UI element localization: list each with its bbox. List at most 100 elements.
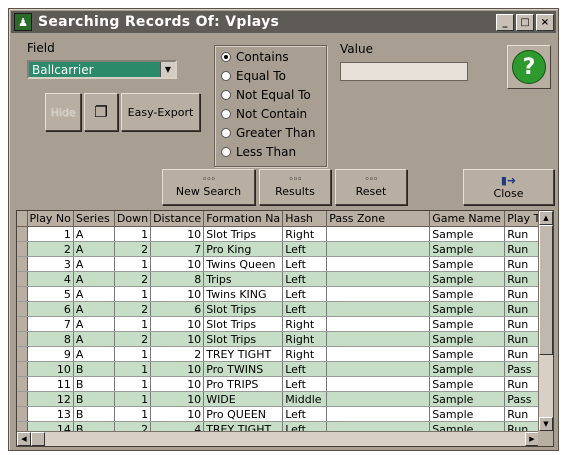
horizontal-scroll-thumb[interactable]	[31, 432, 45, 446]
table-cell[interactable]: Sample	[429, 406, 506, 422]
table-cell[interactable]: 2	[114, 301, 152, 317]
table-cell[interactable]	[326, 391, 431, 407]
easy-export-button[interactable]: Easy-Export	[121, 93, 200, 131]
radio-not-equal-to[interactable]: Not Equal To	[221, 88, 311, 102]
table-cell[interactable]: A	[73, 271, 115, 287]
table-cell[interactable]: 10	[150, 361, 205, 377]
new-search-button[interactable]: ◦◦◦ New Search	[162, 169, 255, 205]
table-cell[interactable]: 2	[150, 346, 205, 362]
table-cell[interactable]: 2	[27, 241, 74, 257]
table-cell[interactable]	[326, 361, 431, 377]
table-cell[interactable]: B	[73, 406, 115, 422]
table-cell[interactable]: 1	[114, 316, 152, 332]
table-cell[interactable]: Pro TWINS	[203, 361, 284, 377]
table-cell[interactable]: Middle	[282, 391, 328, 407]
table-cell[interactable]: A	[73, 346, 115, 362]
column-header[interactable]: Hash	[282, 211, 328, 227]
table-cell[interactable]: Pro King	[203, 241, 284, 257]
table-cell[interactable]: 1	[114, 361, 152, 377]
table-cell[interactable]: A	[73, 316, 115, 332]
table-row[interactable]: 11 B 1 10 Pro TRIPS Left Sample Run	[17, 376, 549, 392]
table-cell[interactable]	[326, 286, 431, 302]
table-cell[interactable]: Right	[282, 346, 328, 362]
table-cell[interactable]: 2	[114, 241, 152, 257]
radio-not-contain[interactable]: Not Contain	[221, 107, 307, 121]
row-indicator[interactable]	[17, 406, 28, 422]
table-cell[interactable]	[326, 316, 431, 332]
table-cell[interactable]: Sample	[429, 331, 506, 347]
table-cell[interactable]: 1	[114, 391, 152, 407]
row-indicator[interactable]	[17, 346, 28, 362]
table-row[interactable]: 5 A 1 10 Twins KING Left Sample Run	[17, 286, 549, 302]
table-cell[interactable]: Sample	[429, 301, 506, 317]
table-cell[interactable]: 2	[114, 331, 152, 347]
reset-button[interactable]: ◦◦◦ Reset	[335, 169, 407, 205]
table-cell[interactable]: 6	[150, 301, 205, 317]
table-cell[interactable]: 10	[27, 361, 74, 377]
chevron-down-icon[interactable]: ▼	[160, 62, 175, 77]
table-cell[interactable]: A	[73, 286, 115, 302]
table-cell[interactable]: 1	[114, 376, 152, 392]
hide-button[interactable]: Hide	[45, 93, 81, 131]
column-header[interactable]: Series	[73, 211, 115, 227]
table-cell[interactable]: 9	[27, 346, 74, 362]
table-cell[interactable]: Slot Trips	[203, 316, 284, 332]
results-button[interactable]: ◦◦◦ Results	[259, 169, 331, 205]
table-cell[interactable]: Sample	[429, 286, 506, 302]
table-cell[interactable]: 1	[114, 406, 152, 422]
table-cell[interactable]: 3	[27, 256, 74, 272]
row-indicator[interactable]	[17, 301, 28, 317]
table-cell[interactable]	[326, 376, 431, 392]
table-cell[interactable]: 1	[114, 226, 152, 242]
maximize-button[interactable]: □	[516, 14, 534, 31]
table-cell[interactable]: A	[73, 256, 115, 272]
row-indicator[interactable]	[17, 241, 28, 257]
table-cell[interactable]	[326, 301, 431, 317]
table-cell[interactable]	[326, 256, 431, 272]
table-cell[interactable]: 11	[27, 376, 74, 392]
radio-less-than[interactable]: Less Than	[221, 145, 296, 159]
table-cell[interactable]	[326, 271, 431, 287]
table-cell[interactable]: Sample	[429, 241, 506, 257]
column-header[interactable]: Down	[114, 211, 152, 227]
column-header[interactable]: Distance	[150, 211, 205, 227]
table-cell[interactable]: 10	[150, 376, 205, 392]
table-cell[interactable]: 8	[27, 331, 74, 347]
table-cell[interactable]: 2	[114, 271, 152, 287]
table-cell[interactable]: 5	[27, 286, 74, 302]
row-indicator[interactable]	[17, 361, 28, 377]
table-cell[interactable]	[326, 346, 431, 362]
field-select[interactable]: Ballcarrier ▼	[27, 60, 177, 79]
table-cell[interactable]: 10	[150, 286, 205, 302]
row-indicator[interactable]	[17, 286, 28, 302]
table-cell[interactable]: B	[73, 361, 115, 377]
radio-contains[interactable]: Contains	[221, 50, 289, 64]
table-cell[interactable]: Left	[282, 241, 328, 257]
table-cell[interactable]: Right	[282, 331, 328, 347]
table-row[interactable]: 3 A 1 10 Twins Queen Left Sample Run	[17, 256, 549, 272]
table-row[interactable]: 8 A 2 10 Slot Trips Right Sample Run	[17, 331, 549, 347]
table-cell[interactable]: Left	[282, 301, 328, 317]
table-cell[interactable]: 10	[150, 226, 205, 242]
table-cell[interactable]: A	[73, 226, 115, 242]
table-cell[interactable]: 4	[27, 271, 74, 287]
table-cell[interactable]: 1	[27, 226, 74, 242]
table-cell[interactable]: Left	[282, 406, 328, 422]
radio-equal-to[interactable]: Equal To	[221, 69, 286, 83]
help-button[interactable]: ?	[507, 45, 551, 89]
table-row[interactable]: 13 B 1 10 Pro QUEEN Left Sample Run	[17, 406, 549, 422]
table-cell[interactable]: 10	[150, 331, 205, 347]
table-cell[interactable]: 1	[114, 256, 152, 272]
table-cell[interactable]: Sample	[429, 361, 506, 377]
table-cell[interactable]: 12	[27, 391, 74, 407]
table-cell[interactable]: Left	[282, 256, 328, 272]
value-input[interactable]	[340, 62, 468, 81]
table-cell[interactable]: 10	[150, 391, 205, 407]
row-indicator[interactable]	[17, 316, 28, 332]
row-indicator[interactable]	[17, 256, 28, 272]
close-window-button[interactable]: ×	[536, 14, 554, 31]
table-cell[interactable]: Sample	[429, 316, 506, 332]
table-cell[interactable]: 8	[150, 271, 205, 287]
table-cell[interactable]: WIDE	[203, 391, 284, 407]
table-row[interactable]: 7 A 1 10 Slot Trips Right Sample Run	[17, 316, 549, 332]
